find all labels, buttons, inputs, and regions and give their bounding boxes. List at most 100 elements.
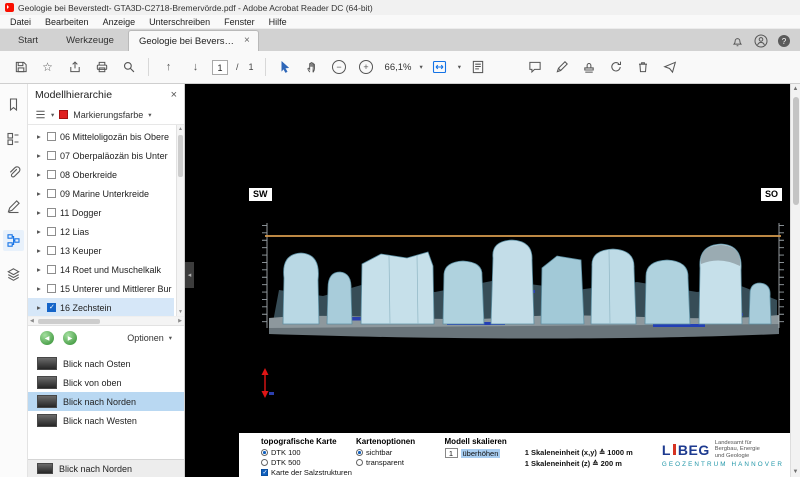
previous-view-button[interactable]: ◀ bbox=[40, 331, 54, 345]
layer-checkbox[interactable] bbox=[47, 208, 56, 217]
panel-close-icon[interactable]: × bbox=[171, 89, 177, 101]
radio-dtk100-icon[interactable] bbox=[261, 449, 268, 456]
document-area[interactable]: ◂ SW SO topografische Karte DTK 100 DTK … bbox=[185, 84, 800, 477]
marker-color-swatch[interactable] bbox=[59, 110, 68, 119]
previous-page-button[interactable]: ↑ bbox=[158, 57, 179, 78]
exaggeration-label[interactable]: überhöhen bbox=[461, 449, 501, 458]
tree-horizontal-scrollbar[interactable]: ◀ ▶ bbox=[28, 317, 184, 326]
scrollbar-thumb[interactable] bbox=[38, 319, 100, 324]
scale-factor-input[interactable]: 1 bbox=[445, 448, 458, 458]
radio-sichtbar-icon[interactable] bbox=[356, 449, 363, 456]
tree-item[interactable]: ▸ 11 Dogger bbox=[28, 203, 174, 222]
tree-options-caret-icon[interactable]: ▾ bbox=[51, 111, 54, 119]
layer-checkbox[interactable] bbox=[47, 151, 56, 160]
expander-icon[interactable]: ▸ bbox=[37, 227, 43, 236]
menu-hilfe[interactable]: Hilfe bbox=[262, 15, 294, 29]
fit-width-button[interactable] bbox=[429, 57, 450, 78]
bookmarks-icon[interactable] bbox=[3, 94, 24, 115]
next-page-button[interactable]: ↓ bbox=[185, 57, 206, 78]
scrollbar-thumb[interactable] bbox=[178, 135, 183, 177]
expander-icon[interactable]: ▸ bbox=[37, 208, 43, 217]
expander-icon[interactable]: ▸ bbox=[37, 151, 43, 160]
fit-width-caret-icon[interactable]: ▾ bbox=[458, 63, 461, 71]
send-button[interactable] bbox=[659, 57, 680, 78]
layer-checkbox[interactable] bbox=[47, 246, 56, 255]
layer-checkbox[interactable] bbox=[47, 170, 56, 179]
comment-button[interactable] bbox=[524, 57, 545, 78]
zoom-level-value[interactable]: 66,1% bbox=[385, 62, 412, 73]
scroll-left-icon[interactable]: ◀ bbox=[30, 318, 34, 324]
radio-dtk100[interactable]: DTK 100 bbox=[261, 448, 356, 457]
layer-checkbox[interactable] bbox=[47, 189, 56, 198]
hand-tool-button[interactable] bbox=[302, 57, 323, 78]
menu-bearbeiten[interactable]: Bearbeiten bbox=[38, 15, 96, 29]
select-tool-button[interactable] bbox=[275, 57, 296, 78]
view-item[interactable]: Blick nach Westen bbox=[28, 411, 184, 430]
scroll-down-icon[interactable]: ▼ bbox=[791, 469, 800, 475]
scroll-up-icon[interactable]: ▲ bbox=[177, 126, 184, 132]
search-button[interactable] bbox=[118, 57, 139, 78]
tree-item[interactable]: ▸ 07 Oberpaläozän bis Unter bbox=[28, 146, 174, 165]
expander-icon[interactable]: ▸ bbox=[37, 303, 43, 312]
scroll-down-icon[interactable]: ▼ bbox=[177, 309, 184, 315]
expander-icon[interactable]: ▸ bbox=[37, 246, 43, 255]
menu-fenster[interactable]: Fenster bbox=[217, 15, 262, 29]
tree-item[interactable]: ▸ 08 Oberkreide bbox=[28, 165, 174, 184]
tab-start[interactable]: Start bbox=[4, 30, 52, 51]
views-footer-bar[interactable]: Blick nach Norden bbox=[28, 459, 184, 477]
tree-options-icon[interactable] bbox=[35, 109, 46, 120]
next-view-button[interactable]: ▶ bbox=[63, 331, 77, 345]
rotate-view-button[interactable] bbox=[605, 57, 626, 78]
favorite-star-button[interactable]: ☆ bbox=[37, 57, 58, 78]
model-3d-scene[interactable] bbox=[185, 84, 789, 433]
tree-item[interactable]: ▸ 15 Unterer und Mittlerer Bur bbox=[28, 279, 174, 298]
tree-item[interactable]: ▸ 12 Lias bbox=[28, 222, 174, 241]
scroll-right-icon[interactable]: ▶ bbox=[178, 318, 182, 324]
stamp-button[interactable] bbox=[578, 57, 599, 78]
page-thumbnails-icon[interactable] bbox=[3, 128, 24, 149]
panel-collapse-button[interactable]: ◂ bbox=[185, 262, 194, 288]
menu-anzeige[interactable]: Anzeige bbox=[96, 15, 143, 29]
radio-dtk500[interactable]: DTK 500 bbox=[261, 458, 356, 467]
zoom-caret-icon[interactable]: ▾ bbox=[419, 63, 422, 71]
attachments-icon[interactable] bbox=[3, 162, 24, 183]
bell-icon[interactable] bbox=[731, 35, 744, 48]
expander-icon[interactable]: ▸ bbox=[37, 189, 43, 198]
delete-button[interactable] bbox=[632, 57, 653, 78]
tab-werkzeuge[interactable]: Werkzeuge bbox=[52, 30, 128, 51]
save-button[interactable] bbox=[10, 57, 31, 78]
expander-icon[interactable]: ▸ bbox=[37, 265, 43, 274]
model-tree-icon[interactable] bbox=[3, 230, 24, 251]
menu-datei[interactable]: Datei bbox=[3, 15, 38, 29]
tree-item[interactable]: ▸ 14 Roet und Muschelkalk bbox=[28, 260, 174, 279]
tree-vertical-scrollbar[interactable]: ▲ ▼ bbox=[176, 125, 184, 316]
view-item-selected[interactable]: Blick nach Norden bbox=[28, 392, 184, 411]
view-item[interactable]: Blick von oben bbox=[28, 373, 184, 392]
page-display-button[interactable] bbox=[467, 57, 488, 78]
layers-icon[interactable] bbox=[3, 264, 24, 285]
menu-unterschreiben[interactable]: Unterschreiben bbox=[142, 15, 217, 29]
account-icon[interactable] bbox=[754, 34, 768, 48]
tree-item[interactable]: ▸ 09 Marine Unterkreide bbox=[28, 184, 174, 203]
view-item[interactable]: Blick nach Osten bbox=[28, 354, 184, 373]
layer-checkbox-checked[interactable] bbox=[47, 303, 56, 312]
expander-icon[interactable]: ▸ bbox=[37, 132, 43, 141]
help-icon[interactable]: ? bbox=[778, 35, 790, 47]
layer-checkbox[interactable] bbox=[47, 132, 56, 141]
salt-structures-checkbox[interactable] bbox=[261, 469, 268, 476]
radio-transparent-icon[interactable] bbox=[356, 459, 363, 466]
document-vertical-scrollbar[interactable]: ▲ ▼ bbox=[790, 84, 800, 477]
expander-icon[interactable]: ▸ bbox=[37, 170, 43, 179]
radio-transparent[interactable]: transparent bbox=[356, 458, 445, 467]
tree-item[interactable]: ▸ 13 Keuper bbox=[28, 241, 174, 260]
tree-item[interactable]: ▸ 06 Mitteloligozän bis Obere bbox=[28, 127, 174, 146]
layer-checkbox[interactable] bbox=[47, 227, 56, 236]
tab-document[interactable]: Geologie bei Bevers… × bbox=[128, 30, 259, 51]
zoom-out-button[interactable]: − bbox=[329, 57, 350, 78]
marker-color-label[interactable]: Markierungsfarbe bbox=[73, 110, 143, 120]
tree-item-selected[interactable]: ▸ 16 Zechstein bbox=[28, 298, 174, 317]
tab-close-icon[interactable]: × bbox=[244, 36, 250, 46]
expander-icon[interactable]: ▸ bbox=[37, 284, 43, 293]
salt-structures-checkbox-row[interactable]: Karte der Salzstrukturen bbox=[261, 468, 356, 477]
page-number-input[interactable]: 1 bbox=[212, 60, 228, 75]
